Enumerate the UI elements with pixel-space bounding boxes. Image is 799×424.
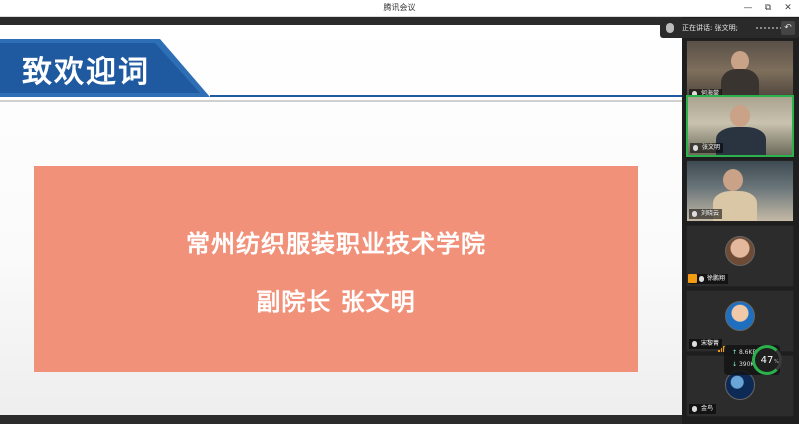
participant-name: 金鸟 [701, 405, 714, 412]
participant-name-label: 刘晓云 [689, 209, 723, 219]
speaking-text: 正在讲话: 张文明; [682, 24, 738, 32]
speaking-dots [756, 27, 784, 29]
speaker-title: 副院长 张文明 [256, 288, 416, 316]
cpu-usage-gauge[interactable]: 47 % [752, 345, 782, 375]
avatar [725, 301, 755, 331]
restore-button[interactable]: ⧉ [759, 1, 777, 15]
mic-icon [692, 341, 697, 347]
participant-tile[interactable]: 何海棠 [686, 40, 794, 102]
participant-tile-active[interactable]: 张文明 [686, 95, 794, 157]
mic-icon [692, 406, 697, 412]
institution-name: 常州纺织服装职业技术学院 [186, 230, 486, 258]
participant-video [730, 105, 750, 127]
participant-name: 徐鹏翔 [707, 275, 726, 282]
welcome-box: 常州纺织服装职业技术学院 副院长 张文明 [34, 166, 638, 372]
window-titlebar: 腾讯会议 — ⧉ ✕ [0, 0, 799, 17]
mic-icon [692, 211, 697, 217]
slide-rule [210, 95, 682, 97]
collapse-icon[interactable]: ↶ [781, 21, 795, 35]
participant-name-label: 张文明 [690, 143, 724, 153]
mic-icon [666, 23, 674, 33]
mic-icon [699, 276, 704, 282]
avatar [725, 236, 755, 266]
close-button[interactable]: ✕ [779, 1, 797, 15]
speaking-indicator: 正在讲话: 张文明; ↶ [660, 18, 799, 38]
window-title: 腾讯会议 [383, 3, 416, 12]
participant-tile[interactable]: 徐鹏翔 [686, 225, 794, 287]
mic-icon [693, 145, 698, 151]
slide-heading: 致欢迎词 [22, 55, 150, 90]
participant-name-label: 金鸟 [689, 404, 717, 414]
participant-tile[interactable]: 宋黎菁 [686, 290, 794, 352]
minimize-button[interactable]: — [739, 1, 757, 15]
participant-name: 宋黎菁 [701, 340, 720, 347]
cpu-percent-sign: % [774, 359, 779, 365]
shared-screen-stage: 致欢迎词 常州纺织服装职业技术学院 副院长 张文明 [0, 17, 682, 424]
screen-share-icon [688, 274, 697, 283]
participant-video [723, 169, 743, 191]
participant-video [731, 51, 749, 71]
slide-rule-grey [0, 100, 682, 102]
participant-name: 张文明 [702, 144, 721, 151]
participant-tile[interactable]: 刘晓云 [686, 160, 794, 222]
presentation-slide: 致欢迎词 常州纺织服装职业技术学院 副院长 张文明 [0, 25, 682, 415]
participant-name: 刘晓云 [701, 210, 720, 217]
